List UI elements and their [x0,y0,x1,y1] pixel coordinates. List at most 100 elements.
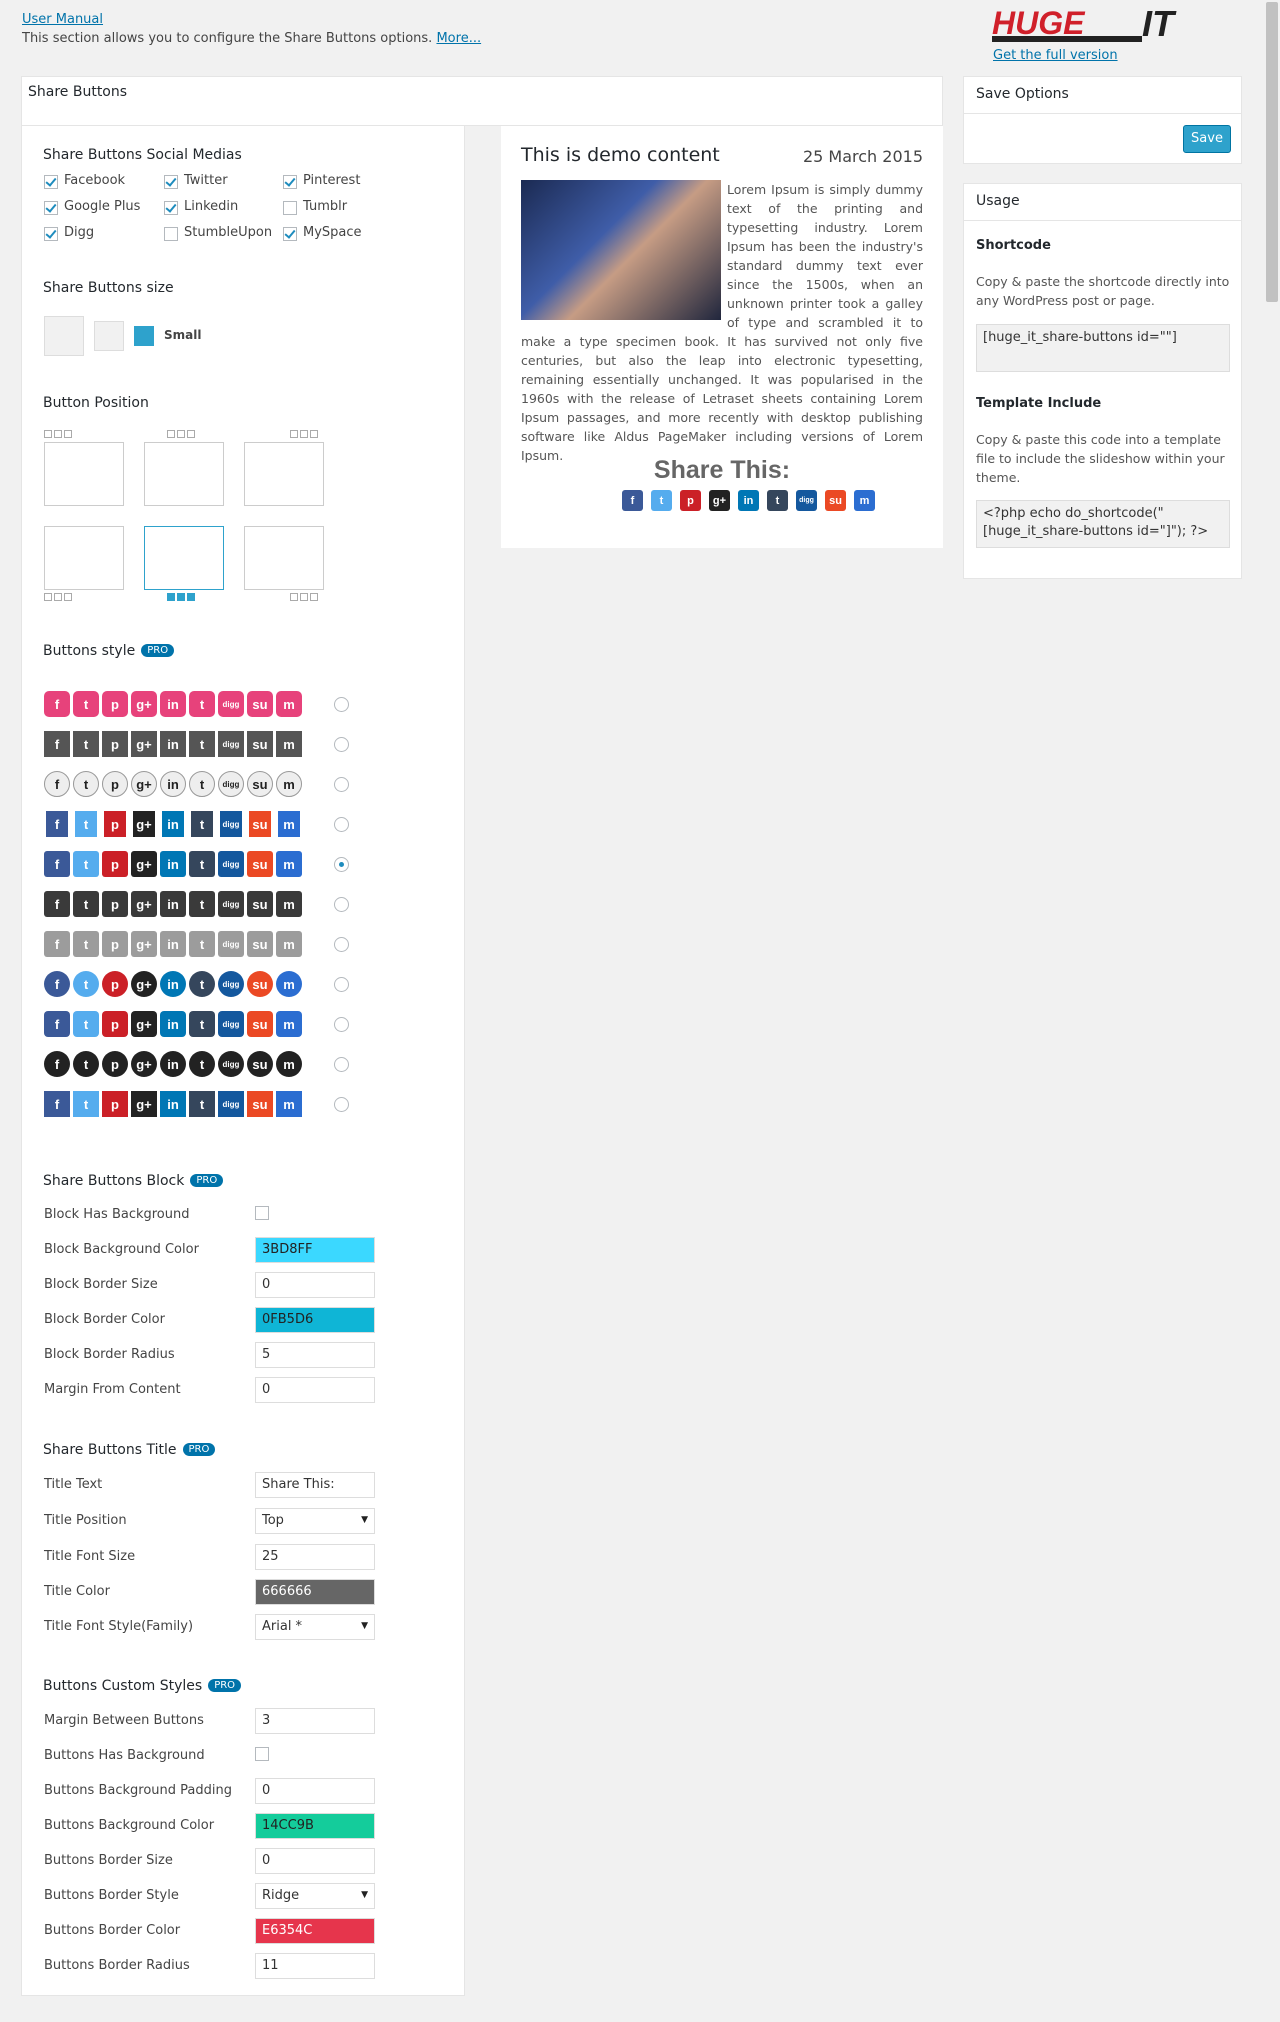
block-title-text: Share Buttons Block [43,1173,185,1189]
style-option-row[interactable]: f t p g+ in t digg su m [44,731,302,757]
style-radio[interactable] [334,737,349,752]
block-has-bg-checkbox[interactable] [255,1206,269,1220]
share-icon: m [276,771,302,797]
social-checkbox-twitter[interactable] [164,175,178,189]
block-margin-field[interactable]: 0 [255,1377,375,1403]
block-border-radius-field[interactable]: 5 [255,1342,375,1368]
position-option[interactable] [244,526,324,590]
position-option[interactable] [144,442,224,506]
style-radio[interactable] [334,697,349,712]
style-radio[interactable] [334,977,349,992]
position-option[interactable] [244,442,324,506]
share-icon: g+ [131,1011,157,1037]
style-radio[interactable] [334,857,349,872]
size-small-option[interactable] [134,326,154,346]
size-medium-option[interactable] [94,321,124,351]
social-checkbox-pinterest[interactable] [283,175,297,189]
share-icon: t [191,811,213,837]
preview-share-icon[interactable]: digg [796,490,817,511]
title-text-label: Title Text [44,1477,103,1492]
style-option-row[interactable]: f t p g+ in t digg su m [44,811,302,837]
style-option-row[interactable]: f t p g+ in t digg su m [44,1011,302,1037]
top-note: User Manual This section allows you to c… [22,10,481,48]
title-font-family-select[interactable]: Arial * [255,1614,375,1640]
user-manual-link[interactable]: User Manual [22,12,103,27]
position-option[interactable] [44,526,124,590]
social-checkbox-tumblr[interactable] [283,201,297,215]
style-option-row[interactable]: f t p g+ in t digg su m [44,1091,302,1117]
style-option-row[interactable]: f t p g+ in t digg su m [44,971,302,997]
social-checkbox-facebook[interactable] [44,175,58,189]
custom-title-text: Buttons Custom Styles [43,1678,203,1694]
preview-share-icon[interactable]: in [738,490,759,511]
share-icon: su [247,931,273,957]
buttons-border-size-field[interactable]: 0 [255,1848,375,1874]
social-checkbox-myspace[interactable] [283,227,297,241]
style-option-row[interactable]: f t p g+ in t digg su m [44,691,302,717]
share-icon: t [73,691,99,717]
style-option-row[interactable]: f t p g+ in t digg su m [44,1051,302,1077]
position-option[interactable] [44,442,124,506]
buttons-border-color-field[interactable]: E6354C [255,1918,375,1944]
social-checkbox-google-plus[interactable] [44,201,58,215]
style-option-row[interactable]: f t p g+ in t digg su m [44,771,302,797]
style-radio[interactable] [334,1057,349,1072]
panel-header: Share Buttons [21,76,943,126]
style-option-row[interactable]: f t p g+ in t digg su m [44,891,302,917]
shortcode-text: Copy & paste the shortcode directly into… [976,274,1230,308]
position-option[interactable] [144,526,224,590]
full-version-link[interactable]: Get the full version [993,48,1118,63]
title-font-size-field[interactable]: 25 [255,1544,375,1570]
preview-share-icon[interactable]: t [651,490,672,511]
title-font-family-value: Arial * [262,1619,303,1634]
block-has-bg-label: Block Has Background [44,1207,190,1222]
style-radio[interactable] [334,1097,349,1112]
save-options-title: Save Options [976,86,1069,102]
style-radio[interactable] [334,897,349,912]
buttons-bg-color-field[interactable]: 14CC9B [255,1813,375,1839]
share-icon: t [73,1091,99,1117]
social-checkbox-digg[interactable] [44,227,58,241]
preview-share-icon[interactable]: p [680,490,701,511]
more-link[interactable]: More... [436,31,481,46]
social-checkbox-stumbleupon[interactable] [164,227,178,241]
buttons-border-radius-label: Buttons Border Radius [44,1958,190,1973]
social-label: Google Plus [64,199,141,214]
buttons-has-bg-checkbox[interactable] [255,1747,269,1761]
shortcode-value[interactable]: [huge_it_share-buttons id=""] [976,324,1230,372]
page-scrollbar[interactable] [1265,0,1280,2022]
style-radio[interactable] [334,937,349,952]
social-checkbox-linkedin[interactable] [164,201,178,215]
preview-share-icon[interactable]: g+ [709,490,730,511]
buttons-border-style-select[interactable]: Ridge [255,1883,375,1909]
preview-share-icon[interactable]: f [622,490,643,511]
share-icon: p [102,971,128,997]
block-border-color-field[interactable]: 0FB5D6 [255,1307,375,1333]
save-button[interactable]: Save [1183,125,1231,153]
style-radio[interactable] [334,817,349,832]
share-icon: t [73,891,99,917]
block-bg-color-label: Block Background Color [44,1242,199,1257]
block-bg-color-field[interactable]: 3BD8FF [255,1237,375,1263]
title-position-select[interactable]: Top [255,1508,375,1534]
style-radio[interactable] [334,777,349,792]
preview-share-icon[interactable]: m [854,490,875,511]
title-color-field[interactable]: 666666 [255,1579,375,1605]
template-value[interactable]: <?php echo do_shortcode("[huge_it_share-… [976,500,1230,548]
title-text-field[interactable]: Share This: [255,1472,375,1498]
preview-share-icon[interactable]: t [767,490,788,511]
buttons-margin-field[interactable]: 3 [255,1708,375,1734]
size-large-option[interactable] [44,316,84,356]
buttons-border-radius-field[interactable]: 11 [255,1953,375,1979]
buttons-bg-padding-field[interactable]: 0 [255,1778,375,1804]
share-icon: digg [218,891,244,917]
share-icon: f [44,691,70,717]
usage-box: Usage Shortcode Copy & paste the shortco… [963,183,1242,579]
style-option-row[interactable]: f t p g+ in t digg su m [44,851,302,877]
preview-share-icon[interactable]: su [825,490,846,511]
share-icon: digg [218,1011,244,1037]
style-option-row[interactable]: f t p g+ in t digg su m [44,931,302,957]
page-scrollbar-thumb[interactable] [1266,2,1278,302]
style-radio[interactable] [334,1017,349,1032]
block-border-size-field[interactable]: 0 [255,1272,375,1298]
